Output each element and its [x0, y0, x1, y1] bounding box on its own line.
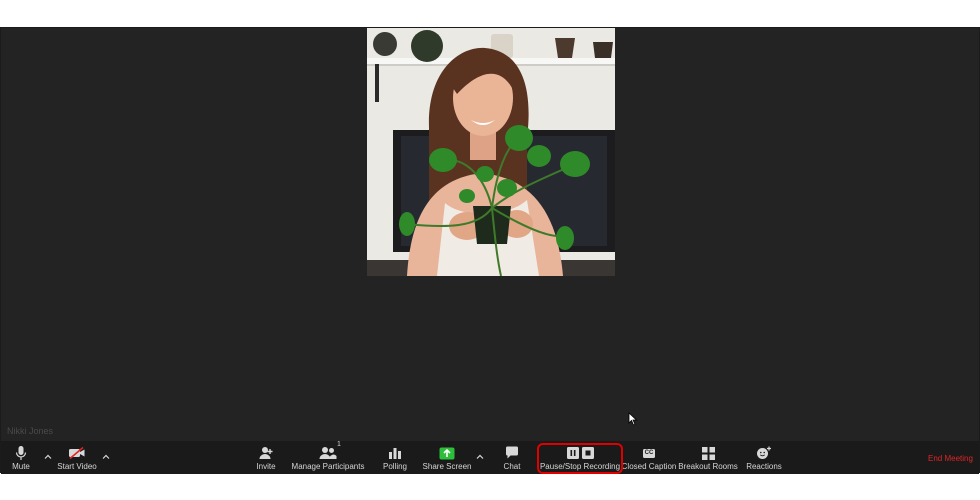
share-screen-label: Share Screen	[422, 462, 472, 471]
mouse-cursor-icon	[628, 412, 638, 431]
smiley-add-icon	[756, 444, 772, 462]
reactions-label: Reactions	[746, 462, 782, 471]
video-off-icon	[68, 444, 86, 462]
add-user-icon	[258, 444, 274, 462]
manage-participants-label: Manage Participants	[291, 462, 365, 471]
grid-icon	[701, 444, 715, 462]
closed-caption-label: Closed Caption	[621, 462, 677, 471]
invite-button[interactable]: Invite	[253, 441, 279, 474]
cc-icon-text: CC	[642, 448, 656, 458]
meeting-toolbar: Mute Start Video Invite 1 Manage Partici…	[1, 441, 979, 474]
chat-bubble-icon	[505, 444, 519, 462]
breakout-rooms-label: Breakout Rooms	[678, 462, 738, 471]
closed-caption-button[interactable]: CC Closed Caption	[621, 441, 677, 474]
reactions-button[interactable]: Reactions	[746, 441, 782, 474]
mute-button[interactable]: Mute	[5, 441, 37, 474]
start-video-button[interactable]: Start Video	[57, 441, 97, 474]
start-video-label: Start Video	[57, 462, 97, 471]
participant-count-badge: 1	[337, 441, 341, 448]
chat-label: Chat	[503, 462, 521, 471]
share-screen-arrow-icon	[439, 444, 455, 462]
mute-label: Mute	[12, 462, 30, 471]
chat-button[interactable]: Chat	[500, 441, 524, 474]
participant-video[interactable]	[367, 28, 615, 276]
share-options-caret-icon[interactable]	[475, 449, 485, 459]
participant-video-frame	[367, 28, 615, 276]
breakout-rooms-button[interactable]: Breakout Rooms	[678, 441, 738, 474]
invite-label: Invite	[256, 462, 276, 471]
polling-button[interactable]: Polling	[381, 441, 409, 474]
polling-label: Polling	[382, 462, 407, 471]
meeting-window: Nikki Jones Mute Start Video Invite 1 Ma…	[0, 27, 980, 474]
manage-participants-button[interactable]: 1 Manage Participants	[291, 441, 365, 474]
participants-icon: 1	[319, 441, 341, 462]
video-options-caret-icon[interactable]	[101, 449, 111, 459]
microphone-icon	[15, 444, 27, 462]
audio-options-caret-icon[interactable]	[43, 449, 53, 459]
cc-icon: CC	[642, 444, 656, 462]
end-meeting-button[interactable]: End Meeting	[928, 454, 973, 463]
recording-highlight-box	[537, 443, 623, 474]
participant-name-tag: Nikki Jones	[7, 426, 54, 436]
bar-chart-icon	[388, 444, 402, 462]
share-screen-button[interactable]: Share Screen	[423, 441, 471, 474]
